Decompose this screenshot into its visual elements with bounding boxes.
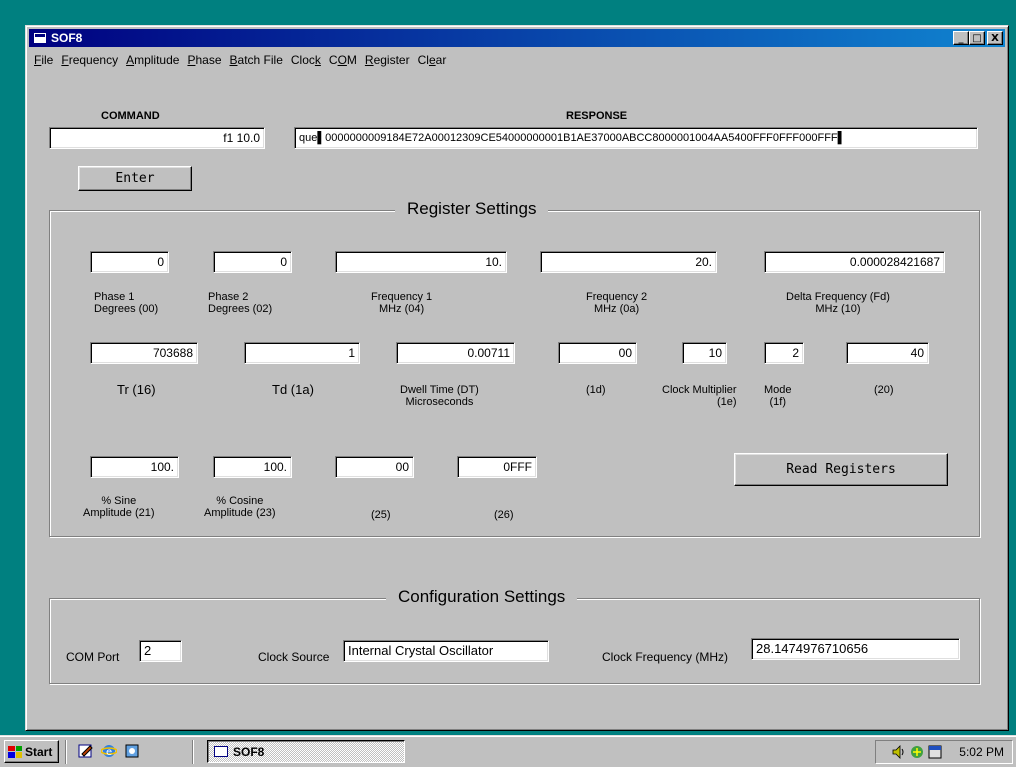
menu-com[interactable]: COM [326, 53, 362, 67]
tr-input[interactable]: 703688 [90, 342, 198, 364]
close-button[interactable]: X [987, 31, 1003, 45]
td-input[interactable]: 1 [244, 342, 360, 364]
network-icon[interactable] [909, 744, 925, 760]
internet-explorer-icon[interactable]: e [101, 743, 117, 759]
delta-frequency-label: Delta Frequency (Fd) MHz (10) [786, 291, 890, 315]
register-20-input[interactable]: 40 [846, 342, 929, 364]
clock-frequency-input[interactable]: 28.1474976710656 [751, 638, 960, 660]
enter-button[interactable]: Enter [78, 166, 192, 191]
task-label: SOF8 [233, 744, 265, 759]
phase1-label: Phase 1 Degrees (00) [94, 291, 159, 315]
menu-bar: File Frequency Amplitude Phase Batch Fil… [31, 51, 451, 69]
scheduler-icon[interactable] [927, 744, 943, 760]
clock-source-input[interactable]: Internal Crystal Oscillator [343, 640, 549, 662]
frequency1-label: Frequency 1 MHz (04) [371, 291, 433, 315]
command-label: COMMAND [101, 110, 160, 122]
register-1d-label: (1d) [586, 384, 606, 396]
sine-amplitude-input[interactable]: 100. [90, 456, 179, 478]
clock-frequency-label: Clock Frequency (MHz) [602, 650, 729, 664]
taskbar: Start e SOF8 5:02 PM [0, 735, 1016, 767]
svg-text:e: e [106, 747, 112, 758]
minimize-button[interactable]: _ [953, 31, 969, 45]
maximize-icon: □ [972, 32, 982, 44]
system-tray: 5:02 PM [875, 740, 1013, 764]
configuration-settings-title: Configuration Settings [386, 587, 578, 607]
channels-icon[interactable] [124, 743, 140, 759]
register-1d-input[interactable]: 00 [558, 342, 637, 364]
register-20-label: (20) [874, 384, 894, 396]
cosine-amplitude-input[interactable]: 100. [213, 456, 292, 478]
window-title: SOF8 [51, 31, 83, 45]
mode-label: Mode (1f) [764, 384, 792, 408]
com-port-label: COM Port [66, 650, 120, 664]
cosine-amplitude-label: % Cosine Amplitude (23) [204, 495, 276, 519]
register-26-label: (26) [494, 509, 514, 521]
menu-phase[interactable]: Phase [184, 53, 226, 67]
menu-batch-file[interactable]: Batch File [227, 53, 288, 67]
com-port-input[interactable]: 2 [139, 640, 182, 662]
clock-multiplier-label: Clock Multiplier (1e) [662, 384, 737, 408]
register-25-input[interactable]: 00 [335, 456, 414, 478]
dwell-time-label: Dwell Time (DT) Microseconds [400, 384, 479, 408]
volume-icon[interactable] [891, 744, 907, 760]
sof8-window: SOF8 _ □ X File Frequency Amplitude Phas… [25, 25, 1009, 731]
menu-register[interactable]: Register [362, 53, 415, 67]
delta-frequency-input[interactable]: 0.000028421687 [764, 251, 945, 273]
menu-clear[interactable]: Clear [415, 53, 452, 67]
register-25-label: (25) [371, 509, 391, 521]
command-input[interactable]: f1 10.0 [49, 127, 265, 149]
read-registers-button[interactable]: Read Registers [734, 453, 948, 486]
phase1-input[interactable]: 0 [90, 251, 169, 273]
response-field[interactable]: que▌0000000009184E72A00012309CE540000000… [294, 127, 978, 149]
register-26-input[interactable]: 0FFF [457, 456, 537, 478]
register-settings-title: Register Settings [395, 199, 549, 219]
taskbar-separator [192, 740, 194, 764]
mode-input[interactable]: 2 [764, 342, 804, 364]
menu-amplitude[interactable]: Amplitude [123, 53, 184, 67]
menu-clock[interactable]: Clock [288, 53, 326, 67]
phase2-label: Phase 2 Degrees (02) [208, 291, 273, 315]
task-button-sof8[interactable]: SOF8 [207, 740, 405, 763]
app-icon [33, 32, 47, 44]
frequency1-input[interactable]: 10. [335, 251, 507, 273]
close-icon: X [991, 32, 999, 44]
frequency2-input[interactable]: 20. [540, 251, 717, 273]
clock-multiplier-input[interactable]: 10 [682, 342, 727, 364]
response-label: RESPONSE [566, 110, 628, 122]
phase2-input[interactable]: 0 [213, 251, 292, 273]
start-button[interactable]: Start [4, 740, 59, 763]
clock[interactable]: 5:02 PM [959, 745, 1004, 759]
tr-label: Tr (16) [117, 382, 156, 397]
td-label: Td (1a) [272, 382, 314, 397]
app-icon [214, 746, 228, 757]
windows-logo-icon [8, 745, 22, 758]
menu-frequency[interactable]: Frequency [58, 53, 123, 67]
start-label: Start [25, 744, 53, 759]
dwell-time-input[interactable]: 0.00711 [396, 342, 515, 364]
menu-file[interactable]: File [31, 53, 58, 67]
taskbar-separator [65, 740, 67, 764]
title-bar[interactable]: SOF8 _ □ X [29, 29, 1005, 47]
desktop-edit-icon[interactable] [78, 743, 94, 759]
minimize-icon: _ [958, 32, 964, 44]
maximize-button[interactable]: □ [969, 31, 985, 45]
sine-amplitude-label: % Sine Amplitude (21) [83, 495, 155, 519]
clock-source-label: Clock Source [258, 650, 330, 664]
frequency2-label: Frequency 2 MHz (0a) [586, 291, 648, 315]
